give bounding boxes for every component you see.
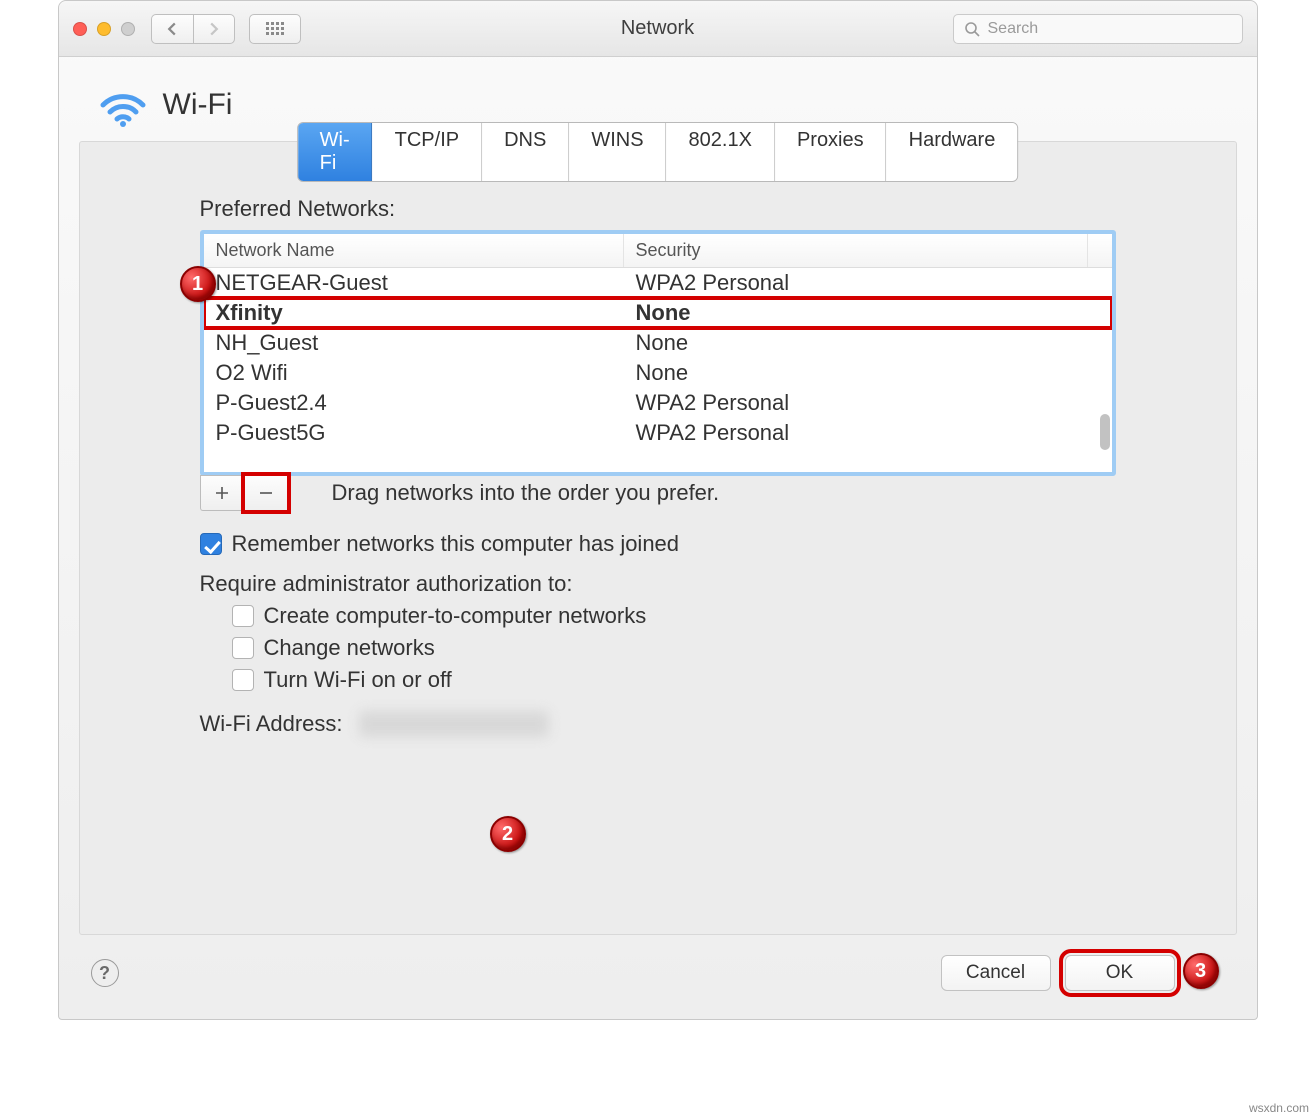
table-row[interactable]: P-Guest2.4 WPA2 Personal [204,388,1112,418]
add-network-button[interactable] [200,475,244,511]
nav-buttons [151,14,235,44]
search-placeholder: Search [988,20,1039,38]
change-networks-label: Change networks [264,635,435,661]
step-badge-1: 1 [180,266,216,302]
cell-name: NH_Guest [204,328,624,358]
wifi-address-row: Wi-Fi Address: [200,711,1116,737]
remember-networks-row: Remember networks this computer has join… [200,531,1116,557]
close-window-button[interactable] [73,22,87,36]
table-row[interactable]: NETGEAR-Guest WPA2 Personal [204,268,1112,298]
cell-name: P-Guest2.4 [204,388,624,418]
remember-networks-checkbox[interactable] [200,533,222,555]
scrollbar-thumb[interactable] [1100,414,1110,450]
col-spacer [1088,234,1112,267]
table-row[interactable]: P-Guest5G WPA2 Personal [204,418,1112,448]
cell-security: WPA2 Personal [624,388,1112,418]
preferred-networks-table[interactable]: Network Name Security NETGEAR-Guest WPA2… [200,230,1116,476]
grid-icon [265,21,285,37]
minimize-window-button[interactable] [97,22,111,36]
minus-icon [258,485,274,501]
wifi-address-value-redacted [359,711,549,737]
search-field[interactable]: Search [953,14,1243,44]
sheet-footer: ? Cancel OK 3 [69,945,1247,1009]
col-security[interactable]: Security [624,234,1088,267]
remove-network-button[interactable] [244,475,288,511]
cell-name: Xfinity [204,298,624,328]
help-button[interactable]: ? [91,959,119,987]
ok-button[interactable]: OK [1065,955,1175,991]
step-badge-2: 2 [490,816,526,852]
settings-panel: Wi-Fi TCP/IP DNS WINS 802.1X Proxies Har… [79,141,1237,935]
auth-option-row: Create computer-to-computer networks [200,603,1116,629]
titlebar: Network Search [59,1,1257,57]
cell-security: None [624,298,1112,328]
table-header: Network Name Security [204,234,1112,268]
wifi-tab-content: 1 Preferred Networks: Network Name Secur… [80,142,1236,934]
change-networks-checkbox[interactable] [232,637,254,659]
plus-icon [214,485,230,501]
table-body[interactable]: NETGEAR-Guest WPA2 Personal Xfinity None… [204,268,1112,472]
wifi-address-label: Wi-Fi Address: [200,711,343,737]
cell-security: WPA2 Personal [624,268,1112,298]
source-watermark: wsxdn.com [1249,1101,1309,1115]
cell-security: None [624,358,1112,388]
forward-button[interactable] [193,14,235,44]
zoom-window-button[interactable] [121,22,135,36]
create-adhoc-label: Create computer-to-computer networks [264,603,647,629]
step-badge-3: 3 [1183,953,1219,989]
search-icon [964,21,980,37]
create-adhoc-checkbox[interactable] [232,605,254,627]
add-remove-bar: 2 Drag networks into the order you prefe… [200,475,1116,511]
preferences-window: Network Search Wi-Fi Wi-Fi TCP/IP DNS [58,0,1258,1020]
wifi-icon [99,87,145,123]
cell-security: None [624,328,1112,358]
require-auth-label: Require administrator authorization to: [200,571,1116,597]
drag-hint-text: Drag networks into the order you prefer. [332,480,720,506]
cell-name: NETGEAR-Guest [204,268,624,298]
back-button[interactable] [151,14,193,44]
auth-option-row: Change networks [200,635,1116,661]
remember-networks-label: Remember networks this computer has join… [232,531,680,557]
window-title: Network [621,17,694,40]
col-network-name[interactable]: Network Name [204,234,624,267]
table-row[interactable]: O2 Wifi None [204,358,1112,388]
cell-name: O2 Wifi [204,358,624,388]
cancel-button[interactable]: Cancel [941,955,1051,991]
chevron-left-icon [165,22,179,36]
preferred-networks-label: Preferred Networks: [200,196,1116,222]
auth-option-row: Turn Wi-Fi on or off [200,667,1116,693]
table-row-selected[interactable]: Xfinity None [204,298,1112,328]
cell-security: WPA2 Personal [624,418,1112,448]
window-controls [73,22,135,36]
table-row[interactable]: NH_Guest None [204,328,1112,358]
window-content: Wi-Fi Wi-Fi TCP/IP DNS WINS 802.1X Proxi… [59,57,1257,1019]
toggle-wifi-label: Turn Wi-Fi on or off [264,667,452,693]
cell-name: P-Guest5G [204,418,624,448]
chevron-right-icon [207,22,221,36]
show-all-button[interactable] [249,14,301,44]
section-title: Wi-Fi [163,88,233,122]
toggle-wifi-checkbox[interactable] [232,669,254,691]
